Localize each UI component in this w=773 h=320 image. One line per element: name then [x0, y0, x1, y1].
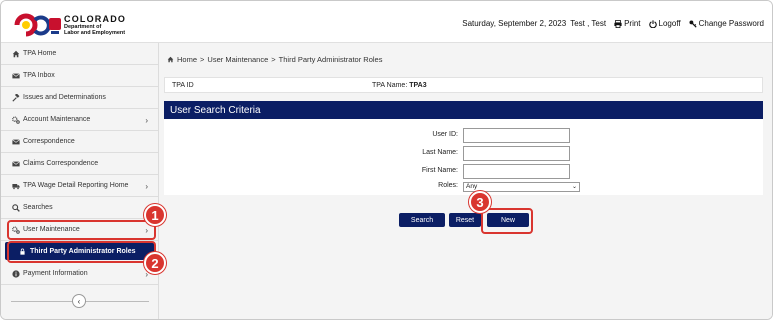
print-label: Print — [624, 19, 641, 28]
print-link[interactable]: Print — [614, 19, 641, 28]
brand-sub-line-2: Labor and Employment — [64, 30, 126, 36]
breadcrumb: Home > User Maintenance > Third Party Ad… — [167, 55, 382, 64]
breadcrumb-home[interactable]: Home — [177, 55, 197, 64]
callout-badge-3: 3 — [469, 191, 491, 213]
roles-selected-value: Any — [466, 183, 478, 190]
tpa-id-label: TPA ID — [172, 82, 194, 89]
sidebar-item-searches[interactable]: Searches › — [1, 197, 158, 219]
gears-icon — [11, 115, 20, 124]
form-row-first-name: First Name: — [164, 164, 763, 180]
printer-icon — [614, 19, 622, 28]
search-form: User ID: Last Name: First Name: Roles: A… — [164, 119, 763, 195]
sidebar-item-payment-information[interactable]: Payment Information › — [1, 263, 158, 285]
sidebar-collapse-button[interactable]: ‹ — [72, 294, 86, 308]
logoff-link[interactable]: Logoff — [648, 19, 681, 28]
sidebar-item-tpa-home[interactable]: TPA Home — [1, 43, 158, 65]
sidebar-item-label: Payment Information — [23, 270, 88, 277]
home-icon — [167, 56, 174, 63]
chevron-left-icon: ‹ — [77, 296, 81, 306]
envelope-icon — [11, 159, 20, 168]
sidebar-item-tpa-wage-detail[interactable]: TPA Wage Detail Reporting Home › — [1, 175, 158, 197]
form-row-user-id: User ID: — [164, 128, 763, 144]
home-icon — [11, 49, 20, 58]
main-content: Home > User Maintenance > Third Party Ad… — [159, 43, 772, 319]
page-header: COLORADO Department of Labor and Employm… — [1, 1, 772, 43]
sidebar-item-label: Claims Correspondence — [23, 160, 99, 167]
search-icon — [11, 203, 20, 212]
breadcrumb-separator: > — [200, 55, 205, 64]
search-button[interactable]: Search — [399, 213, 445, 227]
breadcrumb-user-maintenance[interactable]: User Maintenance — [207, 55, 268, 64]
section-header: User Search Criteria — [164, 101, 763, 119]
sidebar-item-correspondence[interactable]: Correspondence — [1, 131, 158, 153]
power-icon — [648, 19, 657, 28]
chevron-right-icon: › — [145, 116, 148, 125]
logoff-label: Logoff — [658, 19, 681, 28]
last-name-input[interactable] — [463, 146, 570, 161]
first-name-input[interactable] — [463, 164, 570, 179]
tpa-info-bar: TPA ID TPA Name: TPA3 — [164, 77, 763, 93]
header-actions: Saturday, September 2, 2023 Test , Test … — [462, 19, 764, 28]
current-user: Test , Test — [570, 19, 607, 28]
tpa-name-label: TPA Name: — [372, 82, 408, 89]
form-row-roles: Roles: Any ⌄ — [164, 181, 763, 197]
roles-label: Roles: — [438, 182, 458, 189]
chevron-right-icon: › — [145, 182, 148, 191]
sidebar-nav: TPA Home TPA Inbox Issues and Determinat… — [1, 43, 159, 319]
breadcrumb-current: Third Party Administrator Roles — [278, 55, 383, 64]
envelope-icon — [11, 71, 20, 80]
key-icon — [689, 19, 697, 28]
sidebar-item-claims-correspondence[interactable]: Claims Correspondence — [1, 153, 158, 175]
envelope-icon — [11, 137, 20, 146]
chevron-down-icon: ⌄ — [571, 184, 577, 190]
truck-icon — [11, 181, 20, 190]
callout-badge-2: 2 — [144, 252, 166, 274]
sidebar-item-label: Account Maintenance — [23, 116, 91, 123]
sidebar-item-label: TPA Inbox — [23, 72, 55, 79]
first-name-label: First Name: — [421, 167, 458, 174]
sidebar-item-issues[interactable]: Issues and Determinations — [1, 87, 158, 109]
info-icon — [11, 269, 20, 278]
sidebar-item-account-maintenance[interactable]: Account Maintenance › — [1, 109, 158, 131]
sidebar-item-label: TPA Wage Detail Reporting Home — [23, 182, 129, 189]
app-window: COLORADO Department of Labor and Employm… — [0, 0, 773, 320]
callout-ring-new-button — [481, 208, 533, 234]
last-name-label: Last Name: — [422, 149, 458, 156]
sidebar-item-tpa-inbox[interactable]: TPA Inbox — [1, 65, 158, 87]
user-id-input[interactable] — [463, 128, 570, 143]
tpa-name: TPA Name: TPA3 — [372, 82, 427, 89]
tpa-name-value: TPA3 — [409, 82, 427, 89]
user-id-label: User ID: — [432, 131, 458, 138]
brand-block: COLORADO Department of Labor and Employm… — [64, 14, 126, 36]
sidebar-item-label: Searches — [23, 204, 53, 211]
current-date: Saturday, September 2, 2023 — [462, 19, 567, 28]
gavel-icon — [11, 93, 20, 102]
callout-ring-user-maintenance — [7, 220, 156, 240]
callout-badge-1: 1 — [144, 204, 166, 226]
brand-name: COLORADO — [64, 14, 127, 24]
change-password-link[interactable]: Change Password — [689, 19, 764, 28]
breadcrumb-separator: > — [271, 55, 276, 64]
sidebar-item-label: Issues and Determinations — [23, 94, 106, 101]
change-password-label: Change Password — [698, 19, 764, 28]
sidebar-item-label: Correspondence — [23, 138, 75, 145]
sidebar-item-label: TPA Home — [23, 50, 57, 57]
reset-button[interactable]: Reset — [449, 213, 481, 227]
form-row-last-name: Last Name: — [164, 146, 763, 162]
callout-ring-tpa-roles — [7, 241, 156, 263]
